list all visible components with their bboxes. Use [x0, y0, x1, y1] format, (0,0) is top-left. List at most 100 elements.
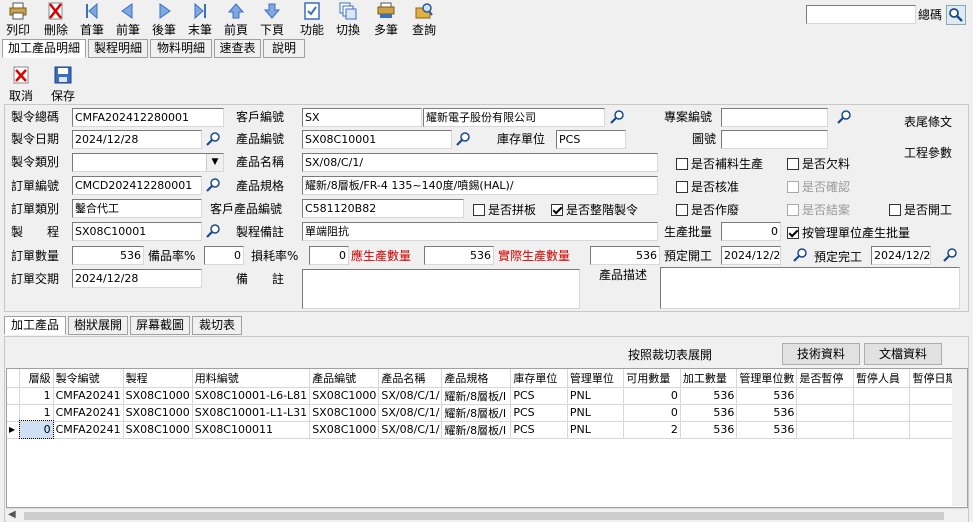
query-button[interactable]: 查詢	[406, 0, 442, 38]
table-cell[interactable]: 0	[623, 404, 681, 422]
customer-no-field[interactable]: SX	[302, 108, 422, 127]
table-cell[interactable]: SX/08/C/1/	[378, 387, 443, 405]
table-cell[interactable]: 0	[18, 420, 55, 439]
table-row[interactable]: 1 CMFA20241 SX08C1000 SX08C10001-L6-L81 SX08…	[7, 387, 967, 405]
table-cell[interactable]: CMFA20241	[53, 421, 124, 439]
table-cell[interactable]	[853, 404, 911, 422]
table-cell[interactable]	[796, 387, 854, 405]
table-cell[interactable]: 1	[19, 387, 54, 405]
plan-end-lookup-icon[interactable]	[942, 247, 958, 263]
column-header[interactable]: 製令編號	[53, 369, 124, 388]
product-name-field[interactable]: SX/08/C/1/	[302, 153, 658, 172]
table-cell[interactable]: 1	[19, 404, 54, 422]
open-checkbox[interactable]: 是否開工	[889, 203, 952, 217]
order-type-select[interactable]	[72, 153, 224, 172]
spare-rate-field[interactable]: 0	[204, 246, 244, 265]
column-header[interactable]: 產品編號	[309, 369, 380, 388]
print-button[interactable]: 列印	[0, 0, 36, 38]
plan-start-lookup-icon[interactable]	[792, 247, 808, 263]
cancel-button[interactable]: 取消	[4, 66, 38, 103]
scroll-left-icon[interactable]: ◀	[8, 509, 16, 520]
due-date-field[interactable]: 2024/12/28	[72, 269, 202, 288]
process-lookup-icon[interactable]	[205, 223, 221, 239]
table-cell[interactable]: SX/08/C/1/	[378, 421, 443, 439]
table-cell[interactable]: PCS	[510, 387, 568, 405]
column-header[interactable]: 產品規格	[441, 369, 512, 388]
column-header[interactable]: 是否暫停	[796, 369, 854, 388]
table-cell[interactable]: PCS	[510, 421, 568, 439]
tab-product-detail[interactable]: 加工產品明細	[2, 39, 86, 58]
table-row[interactable]: ▶ 0 CMFA20241 SX08C1000 SX08C100011 SX08C1000…	[7, 420, 967, 439]
table-cell[interactable]: 536	[736, 404, 798, 422]
product-spec-field[interactable]: 耀新/8層板/FR-4 135~140度/噴錫(HAL)/	[302, 176, 658, 195]
process-field[interactable]: SX08C10001	[72, 222, 202, 241]
column-header[interactable]: 庫存單位	[510, 369, 568, 388]
batch-field[interactable]: 0	[721, 222, 781, 241]
column-header[interactable]: 暫停人員	[853, 369, 911, 388]
remark-field[interactable]	[302, 269, 580, 309]
table-cell[interactable]: SX08C100011	[192, 421, 311, 439]
table-cell[interactable]: SX08C1000	[309, 387, 380, 405]
row-indicator[interactable]	[7, 387, 21, 405]
column-header[interactable]: 用料編號	[192, 369, 311, 388]
table-cell[interactable]	[796, 404, 854, 422]
tech-data-button[interactable]: 技術資料	[782, 343, 860, 365]
save-button[interactable]: 保存	[46, 66, 80, 103]
table-cell[interactable]: PCS	[510, 404, 568, 422]
whole-order-checkbox[interactable]: 是否整階製令	[551, 203, 638, 217]
table-cell[interactable]: PNL	[567, 421, 625, 439]
row-indicator[interactable]	[7, 404, 21, 422]
table-cell[interactable]: 耀新/8層板/I	[441, 404, 512, 422]
order-date-field[interactable]: 2024/12/28	[72, 130, 202, 149]
tab-screenshot[interactable]: 屏幕截圖	[130, 316, 190, 335]
tab-process-detail[interactable]: 製程明細	[88, 39, 148, 58]
multi-record-button[interactable]: 多筆	[368, 0, 404, 38]
table-cell[interactable]: 536	[736, 421, 798, 439]
sales-no-field[interactable]: CMCD202412280001	[72, 176, 202, 195]
delete-button[interactable]: 刪除	[38, 0, 74, 38]
order-date-lookup-icon[interactable]	[205, 131, 221, 147]
table-cell[interactable]: SX08C1000	[123, 387, 193, 405]
project-lookup-icon[interactable]	[836, 109, 852, 125]
product-lookup-icon[interactable]	[455, 131, 471, 147]
tab-help[interactable]: 說明	[263, 39, 305, 58]
footer-text-link[interactable]: 表尾條文	[904, 114, 952, 130]
table-cell[interactable]	[796, 421, 854, 439]
product-desc-field[interactable]	[660, 267, 960, 309]
table-cell[interactable]: 耀新/8層板/I	[441, 421, 512, 439]
next-page-button[interactable]: 下頁	[254, 0, 290, 38]
tab-quick-lookup[interactable]: 速查表	[214, 39, 261, 58]
column-header[interactable]: 產品名稱	[378, 369, 443, 388]
prev-record-button[interactable]: 前筆	[110, 0, 146, 38]
eng-params-link[interactable]: 工程參數	[904, 145, 952, 161]
void-checkbox[interactable]: 是否作廢	[676, 203, 739, 217]
tab-tree-expand[interactable]: 樹狀展開	[68, 316, 128, 335]
total-code-search-input[interactable]	[806, 5, 916, 24]
should-qty-field[interactable]: 536	[424, 246, 494, 265]
column-header[interactable]: 管理單位	[567, 369, 625, 388]
loss-rate-field[interactable]: 0	[309, 246, 349, 265]
table-cell[interactable]: PNL	[567, 387, 625, 405]
table-cell[interactable]: 0	[623, 387, 681, 405]
approve-checkbox[interactable]: 是否核准	[676, 180, 739, 194]
search-button[interactable]	[946, 5, 966, 25]
table-cell[interactable]: 耀新/8層板/I	[441, 387, 512, 405]
last-record-button[interactable]: 末筆	[182, 0, 218, 38]
vertical-scrollbar[interactable]	[952, 369, 967, 506]
customer-name-field[interactable]: 耀新電子股份有限公司	[423, 108, 605, 127]
order-no-field[interactable]: CMFA202412280001	[72, 108, 224, 127]
order-qty-field[interactable]: 536	[72, 246, 144, 265]
table-cell[interactable]: 536	[680, 387, 738, 405]
tab-material-detail[interactable]: 物料明細	[150, 39, 212, 58]
column-header[interactable]: 製程	[123, 369, 193, 388]
table-row[interactable]: 1 CMFA20241 SX08C1000 SX08C10001-L1-L31 SX08…	[7, 404, 967, 422]
table-cell[interactable]: CMFA20241	[53, 404, 124, 422]
table-cell[interactable]	[853, 387, 911, 405]
table-cell[interactable]: SX08C1000	[309, 404, 380, 422]
first-record-button[interactable]: 首筆	[74, 0, 110, 38]
sales-type-field[interactable]: 鑿合代工	[72, 199, 202, 218]
column-header[interactable]: 可用數量	[623, 369, 681, 388]
mgmt-batch-checkbox[interactable]: 按管理單位產生批量	[787, 226, 910, 240]
panel-checkbox[interactable]: 是否拼板	[473, 203, 536, 217]
plan-end-field[interactable]: 2024/12/28	[871, 246, 931, 265]
